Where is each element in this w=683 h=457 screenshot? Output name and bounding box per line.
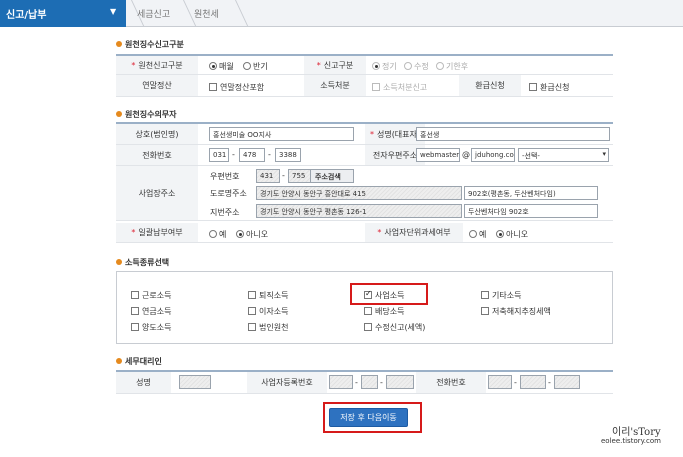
agent-reg-last-input[interactable] (386, 375, 414, 389)
section-title-filing-type: 원천징수신고구분 (116, 39, 184, 50)
checkbox-interest-income[interactable]: 이자소득 (248, 306, 288, 317)
radio-half-year[interactable]: 반기 (243, 61, 268, 72)
checkbox-pension-income[interactable]: 연금소득 (131, 306, 171, 317)
checkbox-yearend[interactable]: 연말정산포함 (209, 82, 264, 93)
form-row: 성명 사업자등록번호 - - 전화번호 - - (116, 372, 613, 394)
form-row: * 일괄납부여부 예 아니오 * 사업자단위과세여부 예 아니오 (116, 223, 613, 243)
radio-bulk-yes[interactable]: 예 (209, 229, 226, 240)
form-row: 연말정산 연말정산포함 소득처분 소득처분신고 환급신청 환급신청 (116, 75, 613, 97)
phone-last-input[interactable]: 3388 (275, 148, 301, 162)
email-id-input[interactable]: webmaster (416, 148, 460, 162)
form-row: 전화번호 031 - 478 - 3388 전자우편주소 webmaster @… (116, 145, 613, 166)
checkbox-dividend-income[interactable]: 배당소득 (364, 306, 404, 317)
bullet-icon (116, 259, 122, 265)
radio-late[interactable]: 기한후 (436, 61, 468, 72)
breadcrumb-tax-filing[interactable]: 세금신고 (137, 7, 170, 20)
bullet-icon (116, 41, 122, 47)
radio-amend[interactable]: 수정 (404, 61, 429, 72)
email-domain-select[interactable]: -선택- ▾ (518, 148, 609, 162)
checkbox-refund[interactable]: 환급신청 (529, 82, 569, 93)
zipcode-first-input[interactable]: 431 (256, 169, 280, 183)
highlight-box-business-income (350, 283, 428, 305)
agent-phone-area-input[interactable] (488, 375, 512, 389)
lot-address-detail-input[interactable]: 두산벤처다임 902호 (464, 204, 598, 218)
top-navigation-bar: 신고/납부 ▼ 세금신고 원천세 (0, 0, 683, 27)
agent-phone-middle-input[interactable] (520, 375, 546, 389)
bullet-icon (116, 358, 122, 364)
radio-monthly[interactable]: 매월 (209, 61, 234, 72)
road-address-detail-input[interactable]: 902호(평촌동, 두산벤처다임) (464, 186, 598, 200)
agent-phone-last-input[interactable] (554, 375, 580, 389)
checkbox-retirement-income[interactable]: 퇴직소득 (248, 290, 288, 301)
chevron-down-icon: ▾ (602, 150, 606, 158)
form-row-address: 사업장주소 우편번호 431 - 755 주소검색 도로명주소 경기도 안양시 … (116, 166, 613, 221)
radio-bulk-no[interactable]: 아니오 (236, 229, 268, 240)
watermark-url: eolee.tistory.com (601, 437, 661, 445)
zipcode-second-input[interactable]: 755 (288, 169, 312, 183)
checkbox-transfer-income[interactable]: 양도소득 (131, 322, 171, 333)
address-search-button[interactable]: 주소검색 (310, 169, 354, 183)
checkbox-savings-penalty[interactable]: 저축해지추징세액 (481, 306, 551, 317)
agent-name-input[interactable] (179, 375, 211, 389)
breadcrumb-withholding[interactable]: 원천세 (194, 7, 219, 20)
section-title-income-type: 소득종류선택 (116, 257, 169, 268)
breadcrumb-separator (222, 0, 249, 27)
phone-middle-input[interactable]: 478 (239, 148, 265, 162)
checkbox-other-income[interactable]: 기타소득 (481, 290, 521, 301)
representative-name-input[interactable]: 홍선생 (416, 127, 610, 141)
lot-address-input[interactable]: 경기도 안양시 동안구 평촌동 126-1 (256, 204, 462, 218)
radio-regular[interactable]: 정기 (372, 61, 397, 72)
checkbox-income-disposal[interactable]: 소득처분신고 (372, 82, 427, 93)
checkbox-amended-return[interactable]: 수정신고(세액) (364, 322, 425, 333)
radio-unit-yes[interactable]: 예 (469, 229, 486, 240)
watermark-logo: 이리'sTory (612, 427, 661, 438)
email-domain-input[interactable]: jduhong.com (471, 148, 515, 162)
menu-title: 신고/납부 (6, 10, 47, 21)
checkbox-earned-income[interactable]: 근로소득 (131, 290, 171, 301)
radio-unit-no[interactable]: 아니오 (496, 229, 528, 240)
form-row: 상호(법인명) 홍선생미술 OO지사 * 성명(대표자) 홍선생 (116, 124, 613, 145)
agent-reg-first-input[interactable] (329, 375, 353, 389)
highlight-box-save-button (323, 402, 422, 433)
chevron-down-icon: ▼ (110, 7, 117, 16)
form-row: * 원천신고구분 매월 반기 * 신고구분 정기 수정 기한후 (116, 56, 613, 75)
bullet-icon (116, 111, 122, 117)
section-title-withholding-agent: 원천징수의무자 (116, 109, 177, 120)
checkbox-corporate-withholding[interactable]: 법인원천 (248, 322, 288, 333)
agent-reg-middle-input[interactable] (361, 375, 378, 389)
breadcrumb-separator (170, 0, 197, 27)
road-address-input[interactable]: 경기도 안양시 동안구 흥안대로 415 (256, 186, 462, 200)
company-name-input[interactable]: 홍선생미술 OO지사 (209, 127, 354, 141)
phone-area-input[interactable]: 031 (209, 148, 229, 162)
menu-dropdown[interactable]: 신고/납부 ▼ (0, 0, 126, 27)
section-title-tax-agent: 세무대리인 (116, 356, 162, 367)
